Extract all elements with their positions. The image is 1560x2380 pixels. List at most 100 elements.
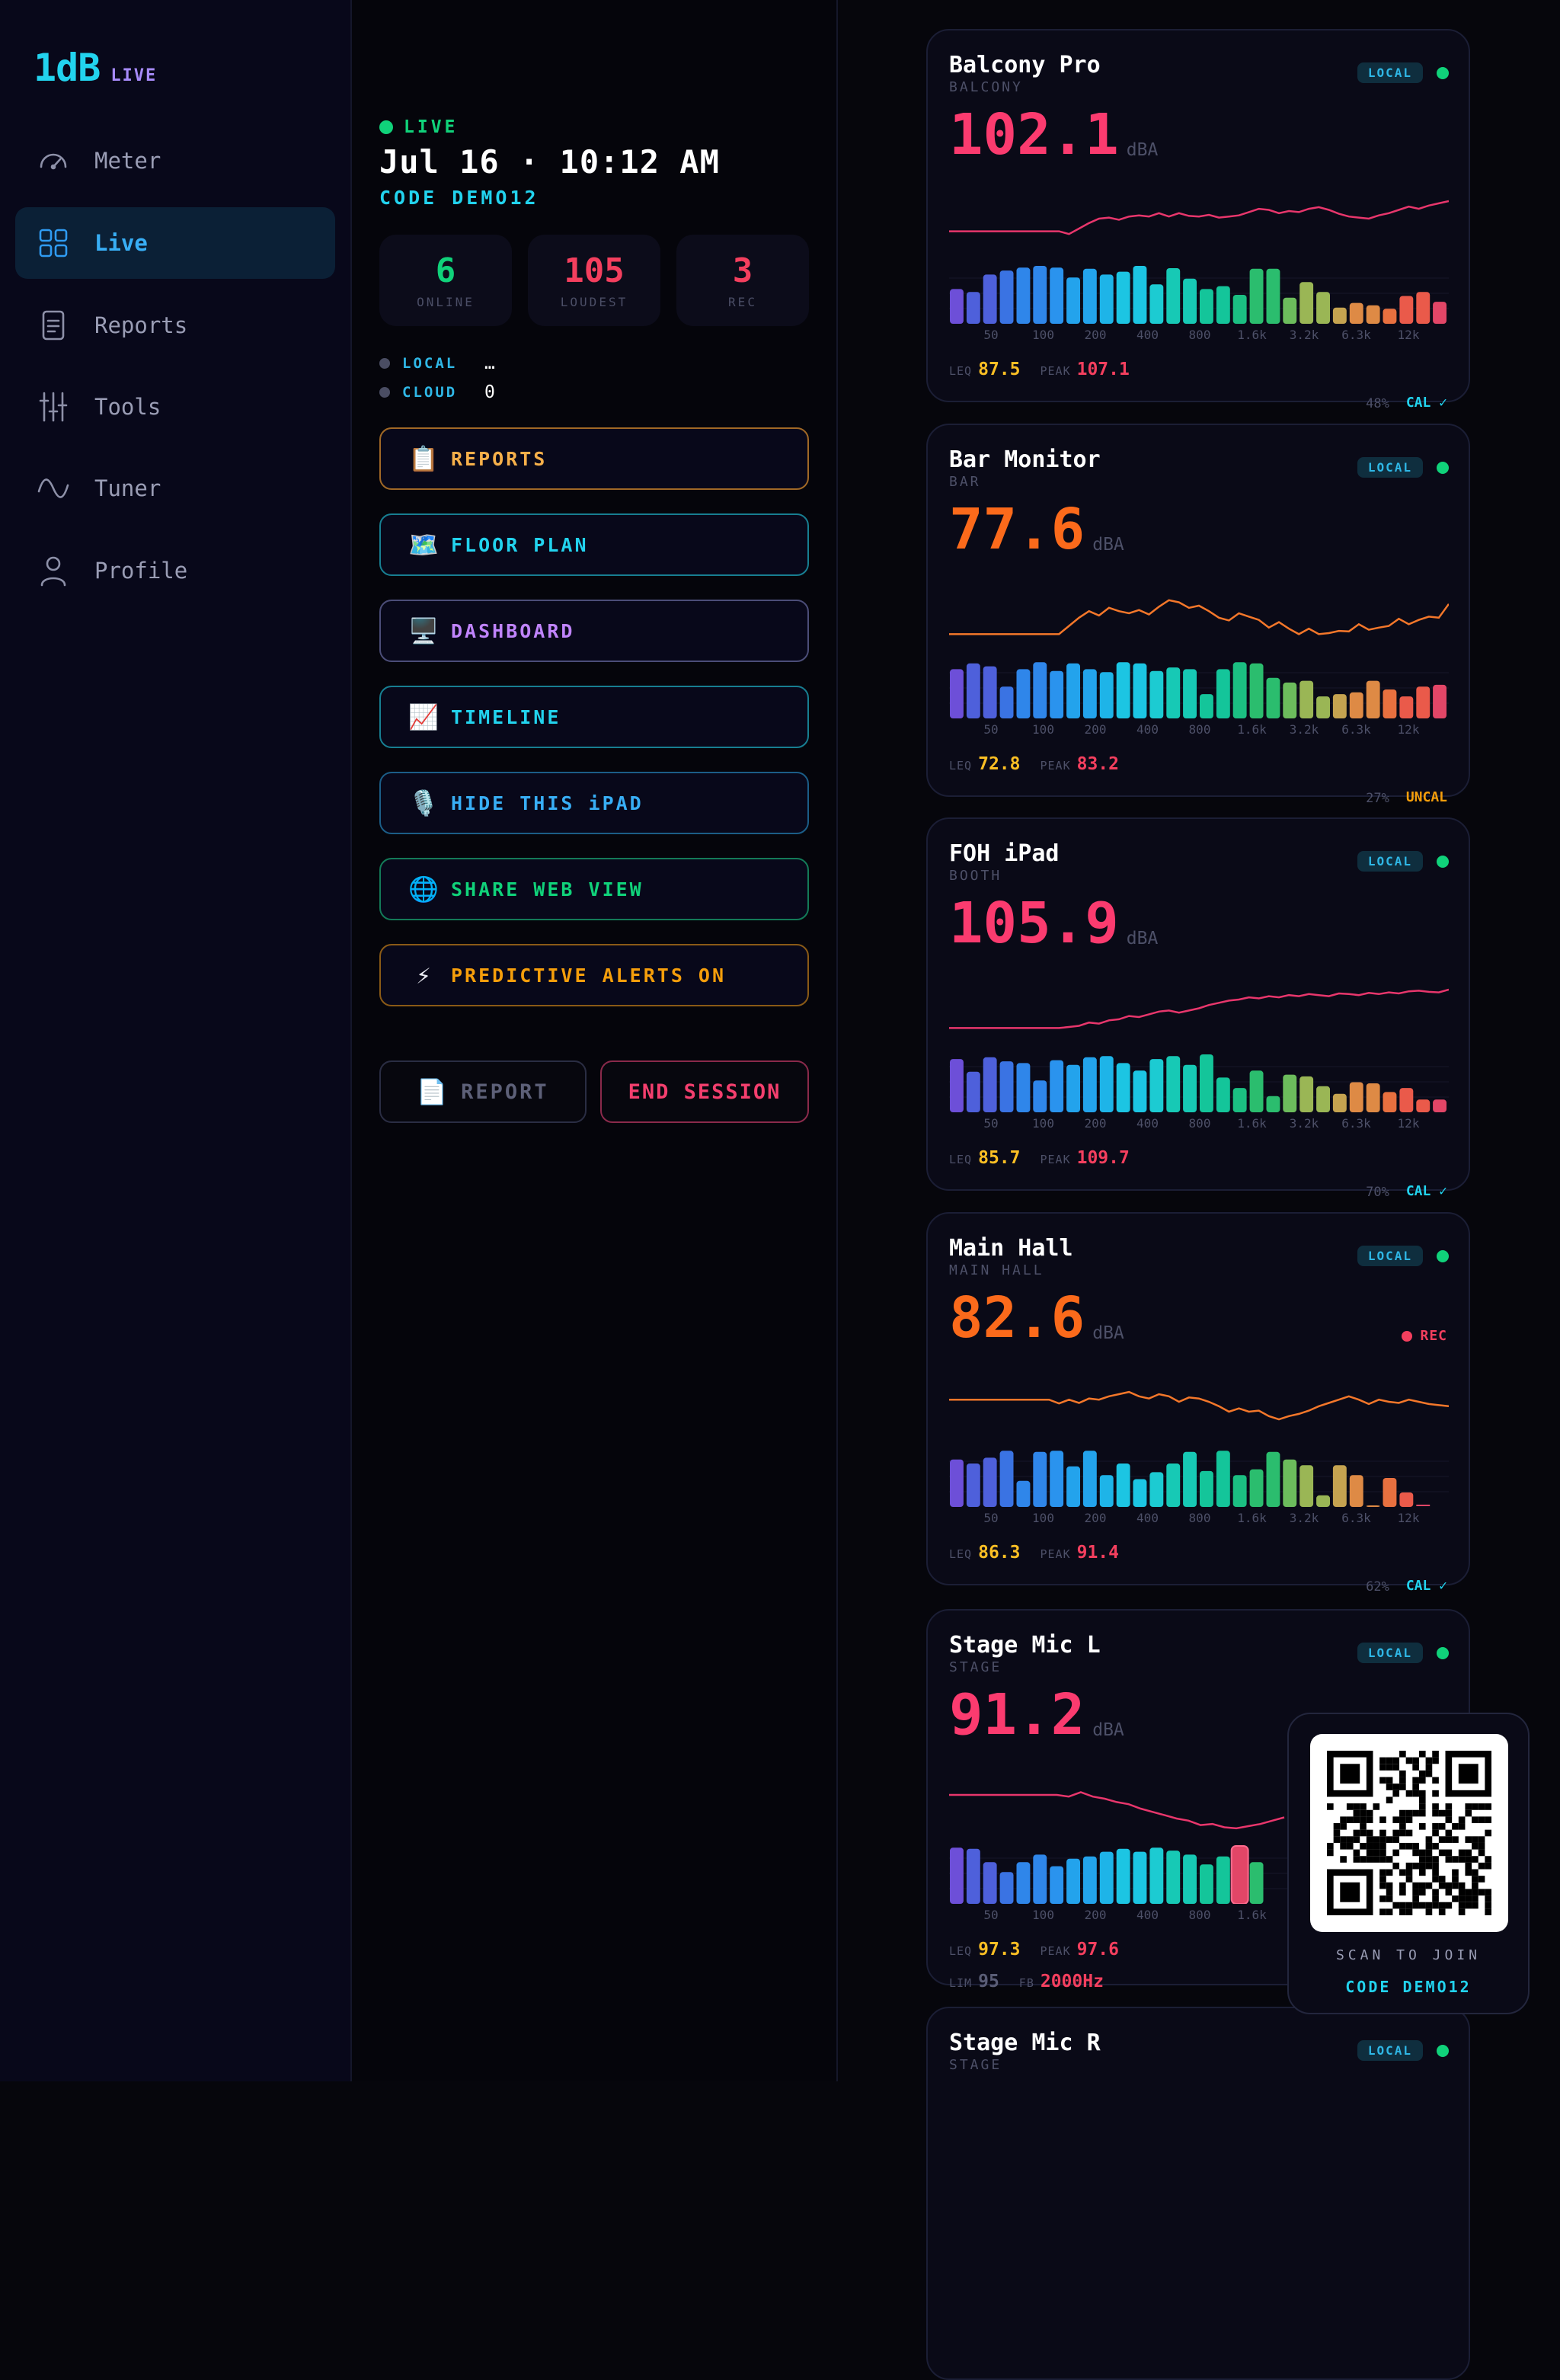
spectrum-bar	[1116, 1464, 1130, 1507]
sidebar-item-profile[interactable]: Profile	[15, 535, 335, 606]
qr-module	[1386, 1783, 1393, 1790]
frequency-tick-label: 3.2k	[1289, 1511, 1319, 1525]
qr-module	[1366, 1849, 1373, 1857]
qr-module	[1472, 1902, 1478, 1909]
qr-module	[1392, 1790, 1400, 1797]
sidebar-item-meter[interactable]: Meter	[15, 125, 335, 197]
sidebar-item-tuner[interactable]: Tuner	[15, 453, 335, 524]
spectrum-bar	[950, 669, 964, 718]
reports-button[interactable]: 📋 REPORTS	[379, 427, 809, 490]
spectrum-bar	[1166, 1056, 1181, 1112]
device-level-unit: dBA	[1126, 140, 1159, 160]
qr-module	[1445, 1889, 1453, 1896]
qr-module	[1379, 1764, 1386, 1771]
qr-join-panel[interactable]: SCAN TO JOIN CODE DEMO12	[1287, 1713, 1530, 2014]
spectrum-bar	[1200, 1864, 1213, 1904]
peak-value: 109.7	[1076, 1148, 1130, 1168]
qr-module	[1432, 1777, 1439, 1784]
spectrum-bar	[1216, 1856, 1230, 1904]
device-card-foh-ipad[interactable]: FOH iPad BOOTH LOCAL 105.9 dBA 50 100 200 400 800…	[926, 817, 1470, 1200]
spectrum-bar	[1383, 1092, 1397, 1112]
spectrum-bar	[1366, 1505, 1380, 1507]
stat-value: 3	[732, 251, 753, 290]
recording-indicator: REC	[1402, 1328, 1447, 1344]
sidebar-item-reports[interactable]: Reports	[15, 290, 335, 361]
qr-module	[1418, 1803, 1426, 1810]
frequency-tick-label: 6.3k	[1341, 722, 1371, 737]
device-location: BOOTH	[949, 868, 1002, 884]
stat-online: 6 ONLINE	[379, 235, 512, 326]
device-card-bar-monitor[interactable]: Bar Monitor BAR LOCAL 77.6 dBA 50 100 200 400 800…	[926, 424, 1470, 806]
frequency-tick-label: 50	[983, 722, 999, 737]
qr-finder	[1327, 1790, 1373, 1797]
lightning-icon: ⚡	[416, 961, 431, 990]
spectrum-bar	[1183, 1451, 1197, 1507]
spectrum-bar	[1200, 289, 1213, 324]
spectrum-bar	[1050, 1866, 1064, 1904]
qr-module	[1432, 1790, 1439, 1797]
online-status-dot	[1437, 462, 1449, 474]
floor-plan-button[interactable]: 🗺️ FLOOR PLAN	[379, 513, 809, 576]
end-session-button[interactable]: END SESSION	[600, 1060, 809, 1123]
spectrum-bar	[1016, 1862, 1031, 1904]
qr-module	[1412, 1882, 1419, 1889]
connection-badge: LOCAL	[1357, 1246, 1423, 1266]
qr-module	[1333, 1829, 1341, 1837]
device-card-balcony-pro[interactable]: Balcony Pro BALCONY LOCAL 102.1 dBA 50 100 200 4…	[926, 29, 1470, 411]
spectrum-bar	[1299, 1076, 1314, 1112]
frequency-tick-label: 800	[1188, 1908, 1211, 1922]
qr-module	[1399, 1816, 1406, 1824]
calibration-status: CAL ✓	[1405, 1578, 1447, 1594]
qr-module	[1399, 1908, 1406, 1915]
leq-label: LEQ	[949, 1153, 973, 1166]
frequency-tick-label: 12k	[1397, 328, 1420, 342]
spectrum-bar	[1149, 284, 1164, 324]
sidebar-item-live[interactable]: Live	[15, 207, 335, 279]
qr-module	[1340, 1856, 1347, 1863]
hide-ipad-button[interactable]: 🎙️ HIDE THIS iPAD	[379, 772, 809, 834]
timeline-button[interactable]: 📈 TIMELINE	[379, 686, 809, 748]
qr-module	[1445, 1836, 1453, 1843]
frequency-tick-label: 400	[1136, 1511, 1159, 1525]
frequency-tick-label: 200	[1084, 722, 1107, 737]
session-code: CODE DEMO12	[379, 187, 539, 209]
device-level-value: 102.1	[949, 102, 1119, 168]
predictive-alerts-button[interactable]: ⚡ PREDICTIVE ALERTS ON	[379, 944, 809, 1006]
qr-finder	[1366, 1751, 1373, 1797]
frequency-tick-label: 1.6k	[1237, 1116, 1267, 1131]
qr-module	[1353, 1829, 1360, 1837]
qr-module	[1485, 1816, 1491, 1824]
spectrum-bar	[999, 1872, 1014, 1904]
qr-module	[1458, 1902, 1466, 1909]
spectrum-bar	[1133, 663, 1147, 718]
qr-module	[1432, 1902, 1439, 1909]
qr-module	[1425, 1764, 1433, 1771]
spectrum-bar	[1249, 1469, 1264, 1507]
device-card-main-hall[interactable]: Main Hall MAIN HALL LOCAL 82.6 dBA 50 100 200 40…	[926, 1212, 1470, 1630]
share-web-view-button[interactable]: 🌐 SHARE WEB VIEW	[379, 858, 809, 920]
frequency-tick-label: 3.2k	[1289, 1116, 1319, 1131]
qr-finder	[1327, 1869, 1373, 1876]
report-button[interactable]: 📄 REPORT	[379, 1060, 587, 1123]
qr-module	[1458, 1823, 1466, 1830]
dashboard-button[interactable]: 🖥️ DASHBOARD	[379, 600, 809, 662]
spectrum-bar	[1116, 271, 1130, 324]
spectrum-bar	[1099, 1851, 1114, 1904]
device-card-stage-mic-r[interactable]: Stage Mic R STAGE LOCAL	[926, 2007, 1470, 2380]
frequency-tick-label: 100	[1032, 1116, 1054, 1131]
qr-module	[1418, 1770, 1426, 1777]
qr-module	[1418, 1889, 1426, 1896]
qr-module	[1472, 1895, 1478, 1902]
calibration-status: CAL ✓	[1405, 1183, 1447, 1199]
sidebar-item-tools[interactable]: Tools	[15, 371, 335, 443]
qr-module	[1452, 1876, 1459, 1883]
qr-module	[1465, 1869, 1472, 1876]
qr-module	[1485, 1902, 1491, 1909]
spectrum-bar	[1082, 1856, 1097, 1904]
spectrum-bar	[1283, 1459, 1297, 1507]
qr-module	[1425, 1770, 1433, 1777]
spectrum-bar	[1366, 680, 1380, 718]
spectrum-bar	[1066, 1466, 1080, 1507]
qr-module	[1366, 1809, 1373, 1817]
spectrum-bar	[983, 666, 997, 718]
